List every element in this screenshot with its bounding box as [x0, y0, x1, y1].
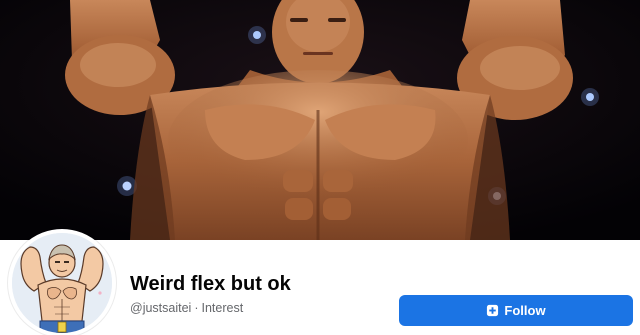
- separator-dot: ·: [194, 301, 199, 315]
- cover-photo-image: [0, 0, 640, 240]
- avatar-image: [12, 233, 112, 333]
- follow-icon: [486, 304, 499, 317]
- page-header: Weird flex but ok @justsaitei · Interest F…: [0, 0, 640, 335]
- follow-button[interactable]: Follow: [399, 295, 633, 326]
- page-title[interactable]: Weird flex but ok: [130, 272, 291, 296]
- page-subtitle: @justsaitei · Interest: [130, 300, 243, 316]
- page-category[interactable]: Interest: [202, 301, 244, 315]
- profile-avatar[interactable]: [8, 229, 116, 335]
- follow-label: Follow: [504, 303, 546, 318]
- cover-photo[interactable]: [0, 0, 640, 240]
- page-handle[interactable]: @justsaitei: [130, 301, 191, 315]
